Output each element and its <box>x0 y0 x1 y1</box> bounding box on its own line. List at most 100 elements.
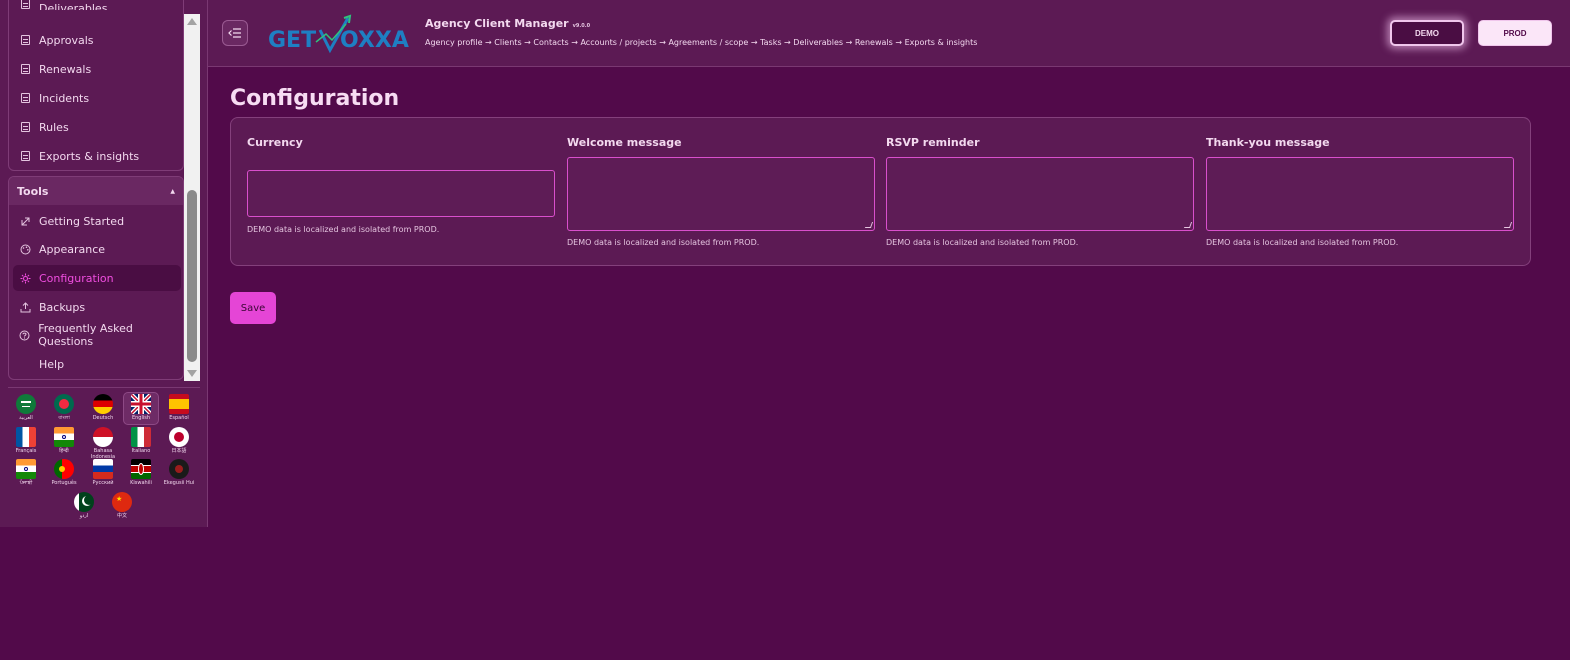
language-chinese[interactable]: ★ 中文 <box>104 492 140 522</box>
flag-in-icon <box>54 427 74 447</box>
flag-gb-icon <box>131 394 151 414</box>
language-label: Русский <box>92 480 114 486</box>
thank-you-message-label: Thank-you message <box>1206 136 1330 149</box>
rsvp-reminder-textarea[interactable] <box>886 157 1194 231</box>
language-label: العربية <box>19 415 33 421</box>
language-indonesian[interactable]: Bahasa Indonesia <box>85 427 121 460</box>
language-label: Français <box>15 448 37 454</box>
sidebar-item-exports[interactable]: Exports & insights <box>13 143 181 169</box>
sidebar-item-configuration[interactable]: Configuration <box>13 265 181 291</box>
nav-group-main: Deliverables Approvals Renewals Incident… <box>8 0 184 171</box>
sidebar-item-label: Renewals <box>39 62 92 76</box>
rocket-icon <box>19 215 31 227</box>
flag-in2-icon <box>16 459 36 479</box>
top-header: GET OXXA Agency Client Manager v9.0.0 Age… <box>208 0 1570 67</box>
app-title-text: Agency Client Manager <box>425 17 569 30</box>
sidebar-item-faq[interactable]: Frequently Asked Questions <box>13 322 181 348</box>
rsvp-reminder-label: RSVP reminder <box>886 136 980 149</box>
demo-env-button[interactable]: DEMO <box>1390 20 1464 46</box>
flag-it-icon <box>131 427 151 447</box>
language-spanish[interactable]: Español <box>161 394 197 424</box>
sidebar-item-label: Help <box>39 357 65 371</box>
language-punjabi[interactable]: ਪੰਜਾਬੀ <box>8 459 44 489</box>
scroll-up-arrow-icon[interactable] <box>187 18 197 25</box>
app-title: Agency Client Manager v9.0.0 <box>425 17 590 30</box>
flag-jp-icon <box>169 427 189 447</box>
app-version: v9.0.0 <box>572 23 591 29</box>
currency-input[interactable] <box>247 170 555 217</box>
sidebar-collapse-button[interactable] <box>222 20 248 46</box>
flag-fr-icon <box>16 427 36 447</box>
sidebar-item-backups[interactable]: Backups <box>13 294 181 320</box>
thank-you-message-textarea[interactable] <box>1206 157 1514 231</box>
flag-bd-icon <box>54 394 74 414</box>
sidebar-item-approvals[interactable]: Approvals <box>13 27 181 53</box>
flag-ru-icon <box>93 459 113 479</box>
sidebar-item-help[interactable]: Help <box>13 351 181 377</box>
sidebar-item-label: Approvals <box>39 33 94 47</box>
upload-icon <box>19 301 31 313</box>
sidebar-item-getting-started[interactable]: Getting Started <box>13 208 181 234</box>
configuration-card: Currency DEMO data is localized and isol… <box>230 117 1531 266</box>
language-hindi[interactable]: हिन्दी <box>46 427 82 457</box>
nav-group-tools: Tools ▲ Getting Started Appearance Confi… <box>8 176 184 380</box>
language-french[interactable]: Français <box>8 427 44 457</box>
flag-sa-icon <box>16 394 36 414</box>
sidebar-item-label: Appearance <box>39 242 106 256</box>
sidebar-item-label: Exports & insights <box>39 149 140 163</box>
flag-cn-icon: ★ <box>112 492 132 512</box>
question-icon <box>19 329 30 341</box>
language-bengali[interactable]: বাংলা <box>46 394 82 424</box>
chevron-up-icon: ▲ <box>170 187 175 195</box>
language-label: 日本語 <box>171 448 187 454</box>
currency-label: Currency <box>247 136 303 149</box>
sidebar-item-label: Getting Started <box>39 214 125 228</box>
language-arabic[interactable]: العربية <box>8 394 44 424</box>
sidebar-item-label: Incidents <box>39 91 90 105</box>
document-icon <box>19 34 31 46</box>
language-portuguese[interactable]: Português <box>46 459 82 489</box>
flag-de-icon <box>93 394 113 414</box>
flag-id-icon <box>93 427 113 447</box>
sidebar-scrollbar[interactable] <box>184 14 200 381</box>
sidebar-item-deliverables[interactable]: Deliverables <box>13 0 181 10</box>
logo-text-left: GET <box>268 28 317 53</box>
language-label: Ekegusii Hui <box>163 480 195 486</box>
scroll-down-arrow-icon[interactable] <box>187 370 197 377</box>
language-german[interactable]: Deutsch <box>85 394 121 424</box>
language-english[interactable]: English <box>123 392 159 425</box>
language-label: বাংলা <box>58 415 70 421</box>
sidebar-nav: Deliverables Approvals Renewals Incident… <box>8 0 200 381</box>
sidebar-item-appearance[interactable]: Appearance <box>13 236 181 262</box>
document-icon <box>19 0 31 10</box>
page-title: Configuration <box>230 86 400 111</box>
language-label: Português <box>51 480 77 486</box>
language-italian[interactable]: Italiano <box>123 427 159 457</box>
welcome-message-textarea[interactable] <box>567 157 875 231</box>
language-swahili[interactable]: Kiswahili <box>123 459 159 489</box>
flag-pt-icon <box>54 459 74 479</box>
prod-env-button[interactable]: PROD <box>1478 20 1552 46</box>
flag-ke-icon <box>131 459 151 479</box>
tools-section-toggle[interactable]: Tools ▲ <box>9 177 183 205</box>
sidebar-item-renewals[interactable]: Renewals <box>13 56 181 82</box>
logo: GET OXXA <box>268 14 410 54</box>
language-label: Kiswahili <box>130 480 152 486</box>
breadcrumb: Agency profile → Clients → Contacts → Ac… <box>425 38 978 47</box>
sidebar: Deliverables Approvals Renewals Incident… <box>0 0 208 527</box>
language-ekegusii[interactable]: Ekegusii Hui <box>161 459 197 489</box>
language-label: ਪੰਜਾਬੀ <box>19 480 33 486</box>
language-label: हिन्दी <box>59 448 69 454</box>
sidebar-item-rules[interactable]: Rules <box>13 114 181 140</box>
palette-icon <box>19 243 31 255</box>
sidebar-divider <box>8 387 200 388</box>
language-label: اردو <box>79 513 89 519</box>
document-icon <box>19 121 31 133</box>
language-urdu[interactable]: اردو <box>66 492 102 522</box>
language-japanese[interactable]: 日本語 <box>161 427 197 457</box>
language-russian[interactable]: Русский <box>85 459 121 489</box>
sidebar-item-incidents[interactable]: Incidents <box>13 85 181 111</box>
sidebar-item-label: Deliverables <box>39 2 108 10</box>
save-button[interactable]: Save <box>230 292 276 324</box>
scrollbar-thumb[interactable] <box>187 190 197 362</box>
